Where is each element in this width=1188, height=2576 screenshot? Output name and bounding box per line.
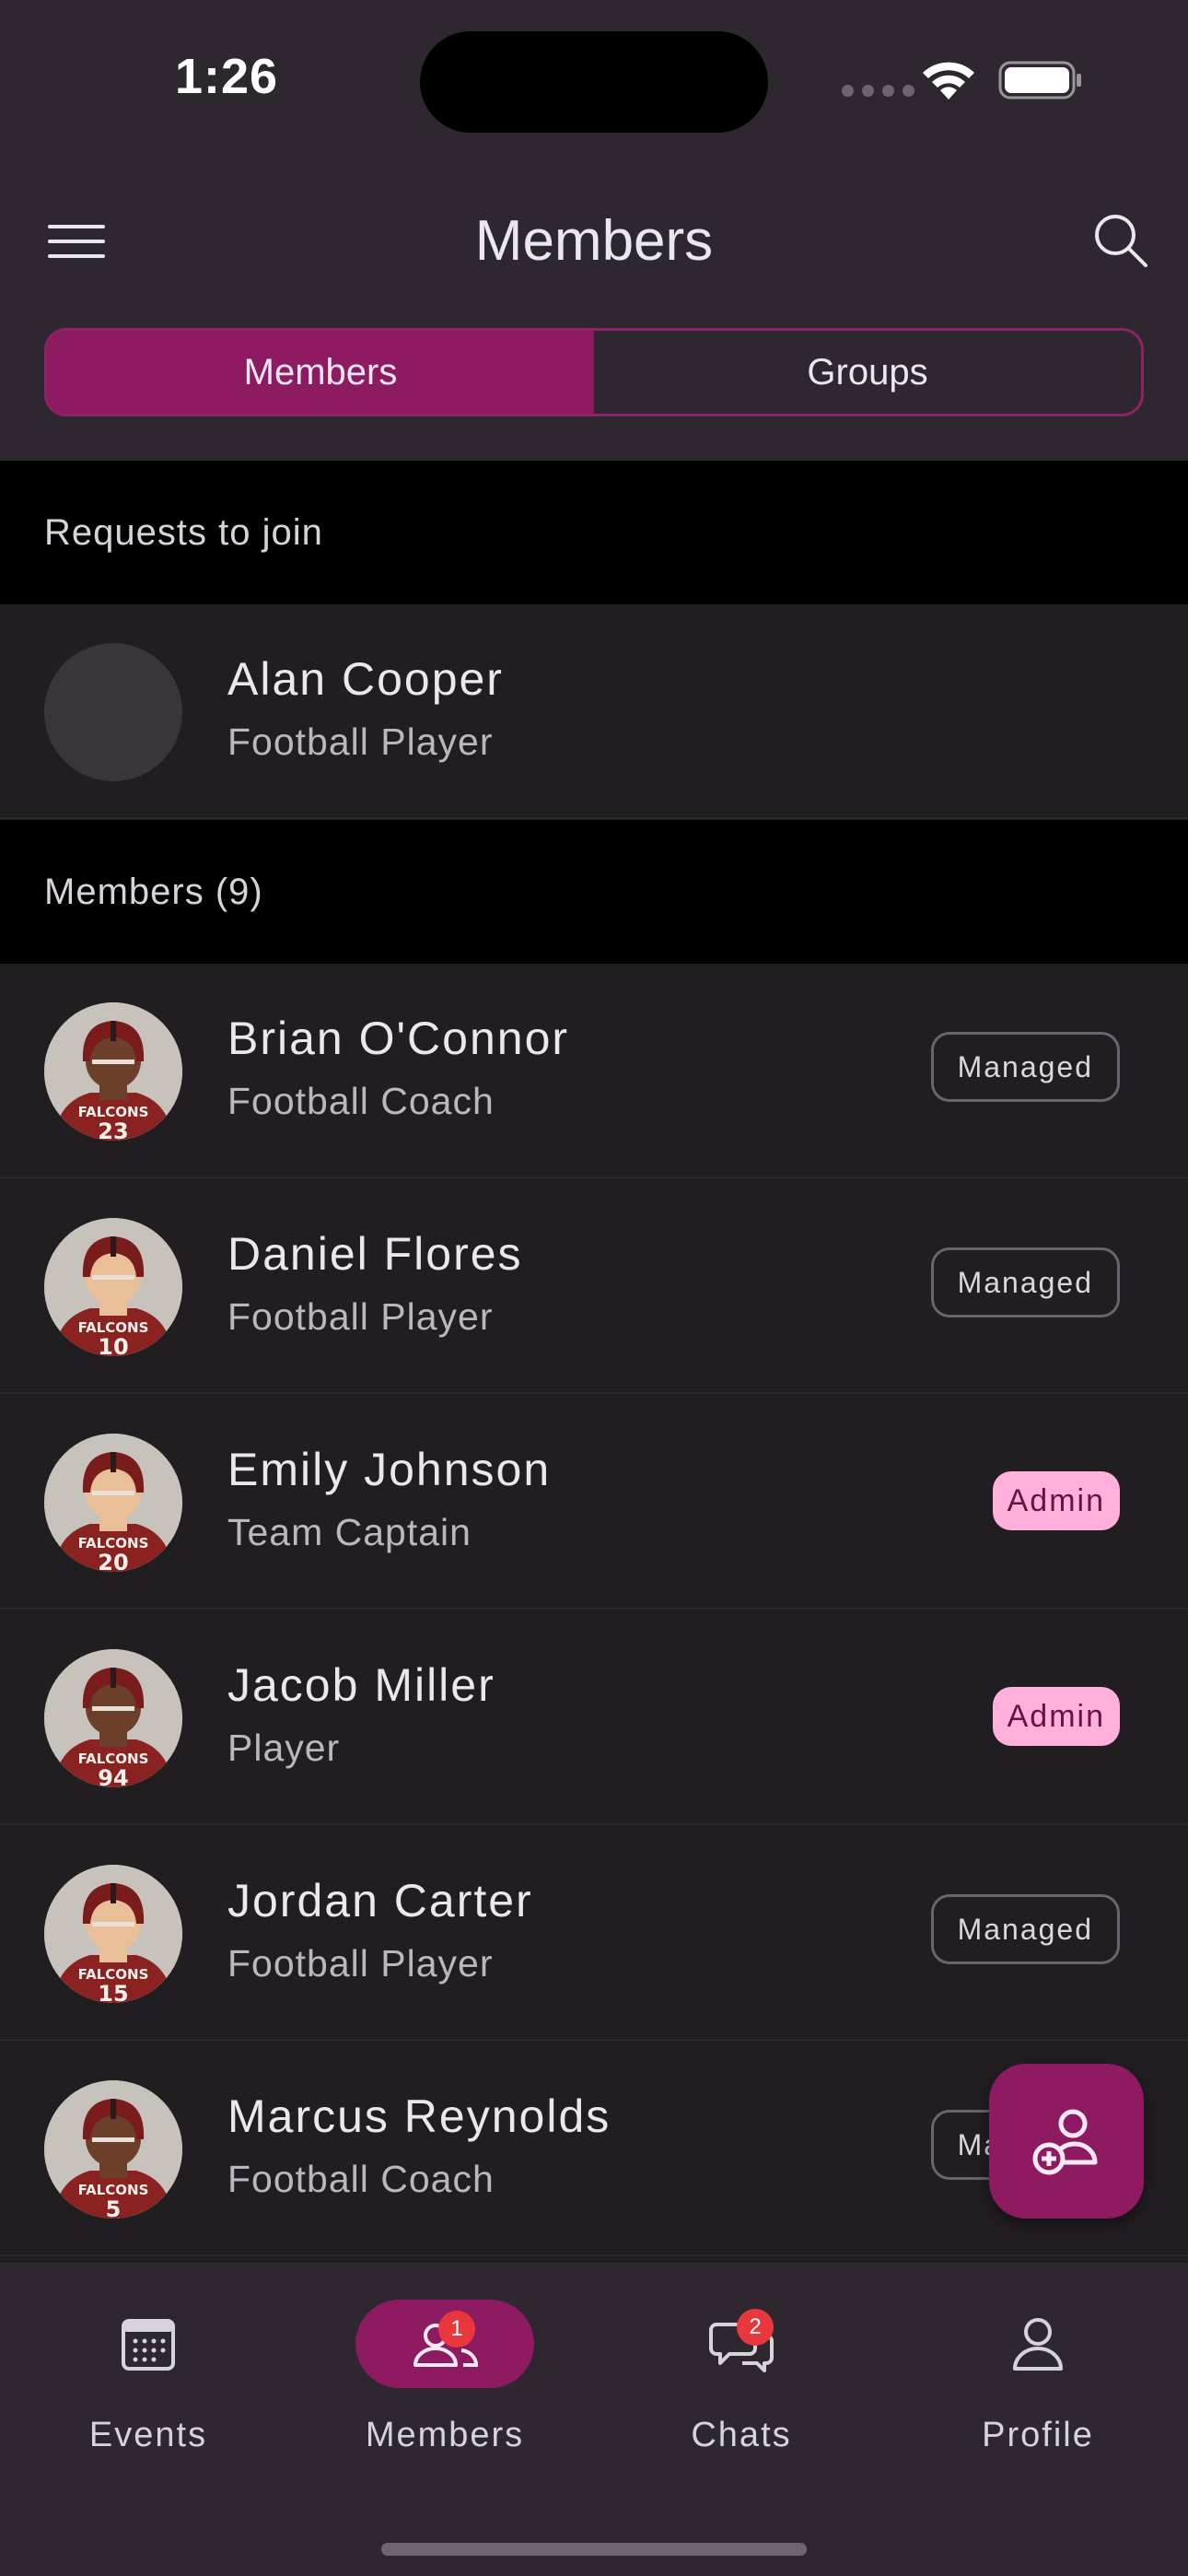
member-role: Football Coach (227, 2158, 495, 2200)
member-name: Jordan Carter (227, 1875, 533, 1926)
nav-members-label: Members (365, 2416, 525, 2454)
admin-badge: Admin (992, 1687, 1120, 1746)
nav-pill (949, 2300, 1127, 2388)
player-avatar: FALCONS 94 (44, 1649, 182, 1787)
jersey-number: 5 (106, 2196, 122, 2219)
members-notification-badge: 1 (438, 2311, 475, 2348)
request-role: Football Player (227, 720, 494, 763)
nav-profile-label: Profile (982, 2416, 1094, 2454)
admin-badge: Admin (992, 1471, 1120, 1530)
player-avatar: FALCONS 20 (44, 1434, 182, 1572)
page-title: Members (474, 209, 714, 273)
jersey-number: 15 (98, 1981, 128, 2003)
tab-members[interactable]: Members (47, 331, 594, 414)
status-time: 1:26 (175, 49, 279, 104)
bottom-navigation: Events 1 Members 2 Chats Profile (0, 2263, 1188, 2576)
member-name: Brian O'Connor (227, 1013, 570, 1064)
managed-badge: Managed (930, 1894, 1120, 1964)
add-member-button[interactable] (989, 2064, 1144, 2219)
managed-badge: Managed (930, 1247, 1120, 1317)
member-name: Daniel Flores (227, 1228, 523, 1280)
search-button[interactable] (1090, 210, 1149, 269)
avatar (44, 643, 182, 781)
nav-events[interactable]: Events (0, 2300, 297, 2502)
dynamic-island (420, 31, 768, 133)
tab-groups[interactable]: Groups (594, 331, 1141, 414)
member-role: Team Captain (227, 1511, 472, 1553)
member-row[interactable]: FALCONS 20 Emily Johnson Team Captain Admin (0, 1395, 1188, 1610)
nav-profile[interactable]: Profile (890, 2300, 1186, 2502)
member-row[interactable]: FALCONS 15 Jordan Carter Football Player Man… (0, 1826, 1188, 2041)
nav-events-label: Events (88, 2416, 208, 2454)
cellular-signal-icon (842, 85, 914, 97)
member-role: Football Coach (227, 1080, 495, 1122)
requests-section-header: Requests to join (0, 461, 1188, 604)
member-role: Football Player (227, 1295, 494, 1338)
battery-icon (998, 61, 1081, 100)
member-row[interactable]: FALCONS 94 Jacob Miller Player Admin (0, 1610, 1188, 1825)
jersey-number: 20 (98, 1550, 128, 1572)
member-name: Jacob Miller (227, 1659, 495, 1711)
member-role: Player (227, 1727, 341, 1769)
add-person-icon (1032, 2109, 1098, 2175)
home-indicator (381, 2543, 807, 2556)
nav-chats-label: Chats (691, 2416, 792, 2454)
calendar-icon (122, 2319, 175, 2371)
member-name: Marcus Reynolds (227, 2090, 611, 2142)
member-row[interactable]: FALCONS 23 Brian O'Connor Football Coach Man… (0, 964, 1188, 1178)
nav-pill (652, 2300, 831, 2388)
jersey-number: 10 (98, 1334, 128, 1356)
player-avatar: FALCONS 23 (44, 1002, 182, 1141)
members-section-header: Members (9) (0, 820, 1188, 964)
jersey-number: 94 (98, 1765, 128, 1787)
player-avatar: FALCONS 15 (44, 1865, 182, 2003)
member-role: Football Player (227, 1942, 494, 1985)
chats-notification-badge: 2 (737, 2309, 774, 2346)
request-row[interactable]: Alan Cooper Football Player (0, 604, 1188, 819)
member-name: Emily Johnson (227, 1444, 552, 1495)
nav-members[interactable]: 1 Members (297, 2300, 593, 2502)
managed-badge: Managed (930, 1032, 1120, 1102)
members-groups-toggle: Members Groups (44, 328, 1144, 416)
player-avatar: FALCONS 10 (44, 1218, 182, 1356)
jersey-number: 23 (98, 1118, 128, 1141)
person-icon (1013, 2318, 1063, 2371)
player-avatar: FALCONS 5 (44, 2080, 182, 2219)
top-app-area: 1:26 Members Members Groups (0, 0, 1188, 461)
nav-pill (59, 2300, 238, 2388)
member-row[interactable]: FALCONS 10 Daniel Flores Football Player Man… (0, 1179, 1188, 1394)
wifi-icon (923, 62, 974, 100)
request-name: Alan Cooper (227, 653, 504, 705)
nav-chats[interactable]: 2 Chats (593, 2300, 890, 2502)
